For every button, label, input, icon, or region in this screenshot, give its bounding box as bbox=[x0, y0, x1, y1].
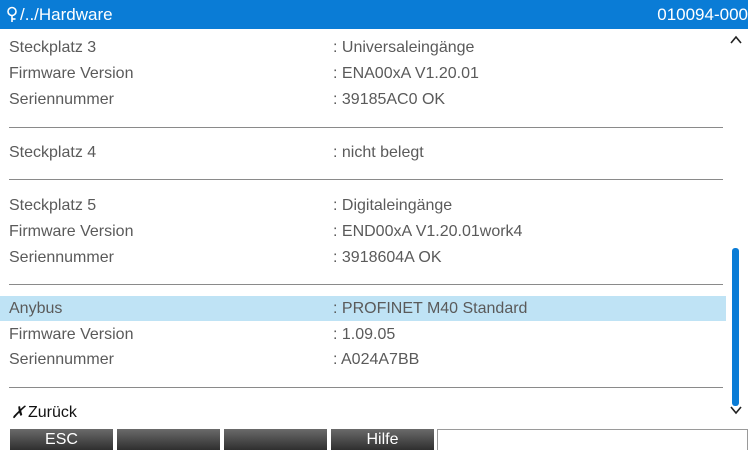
x-mark-icon: ✗ bbox=[11, 403, 26, 422]
item-value: : 39185AC0 OK bbox=[333, 91, 446, 108]
list-item-selected[interactable]: Anybus : PROFINET M40 Standard bbox=[0, 296, 726, 321]
list-item[interactable]: Firmware Version : END00xA V1.20.01work4 bbox=[0, 219, 726, 244]
item-value: : A024A7BB bbox=[333, 351, 420, 368]
chevron-down-icon[interactable] bbox=[729, 404, 743, 416]
breadcrumb: /../Hardware bbox=[6, 5, 113, 25]
list-item[interactable]: Seriennummer : A024A7BB bbox=[0, 347, 726, 372]
softkey-esc[interactable]: ESC bbox=[10, 429, 115, 450]
item-value: : nicht belegt bbox=[333, 144, 424, 161]
item-label: Anybus bbox=[9, 300, 63, 317]
item-value: : Digitaleingänge bbox=[333, 197, 453, 214]
title-bar: /../Hardware 010094-000 bbox=[0, 0, 748, 29]
list-item[interactable]: Steckplatz 5 : Digitaleingänge bbox=[0, 193, 726, 218]
list-item[interactable]: Seriennummer : 39185AC0 OK bbox=[0, 87, 726, 112]
item-label: Seriennummer bbox=[9, 91, 114, 108]
item-label: Steckplatz 4 bbox=[9, 144, 97, 161]
item-label: Steckplatz 3 bbox=[9, 39, 97, 56]
list-item[interactable]: Steckplatz 3 : Universaleingänge bbox=[0, 35, 726, 60]
item-label: Firmware Version bbox=[9, 326, 134, 343]
item-value: : ENA00xA V1.20.01 bbox=[333, 65, 479, 82]
softkey-3[interactable] bbox=[224, 429, 329, 450]
list-item[interactable]: Steckplatz 4 : nicht belegt bbox=[0, 140, 726, 165]
item-value: : 3918604A OK bbox=[333, 249, 442, 266]
divider bbox=[9, 127, 723, 128]
chevron-up-icon[interactable] bbox=[729, 34, 743, 46]
softkey-bar: ESC Hilfe bbox=[0, 429, 748, 450]
divider bbox=[9, 387, 723, 388]
device-code: 010094-000 bbox=[657, 5, 748, 24]
scrollbar-thumb[interactable] bbox=[732, 248, 739, 406]
list-item[interactable]: Firmware Version : 1.09.05 bbox=[0, 322, 726, 347]
item-label: Seriennummer bbox=[9, 249, 114, 266]
breadcrumb-path: /../Hardware bbox=[20, 4, 113, 24]
divider bbox=[9, 179, 723, 180]
item-value: : Universaleingänge bbox=[333, 39, 475, 56]
softkey-2[interactable] bbox=[117, 429, 222, 450]
search-icon bbox=[7, 6, 17, 22]
item-label: Firmware Version bbox=[9, 223, 134, 240]
softkey-help[interactable]: Hilfe bbox=[331, 429, 436, 450]
divider bbox=[9, 284, 723, 285]
item-label: Firmware Version bbox=[9, 65, 134, 82]
list-item[interactable]: Firmware Version : ENA00xA V1.20.01 bbox=[0, 61, 726, 86]
list-item[interactable]: Seriennummer : 3918604A OK bbox=[0, 245, 726, 270]
item-value: : 1.09.05 bbox=[333, 326, 396, 343]
item-label: Seriennummer bbox=[9, 351, 114, 368]
item-value: : PROFINET M40 Standard bbox=[333, 300, 528, 317]
back-label: Zurück bbox=[28, 404, 77, 421]
item-value: : END00xA V1.20.01work4 bbox=[333, 223, 523, 240]
item-label: Steckplatz 5 bbox=[9, 197, 97, 214]
softkey-5[interactable] bbox=[437, 429, 748, 450]
